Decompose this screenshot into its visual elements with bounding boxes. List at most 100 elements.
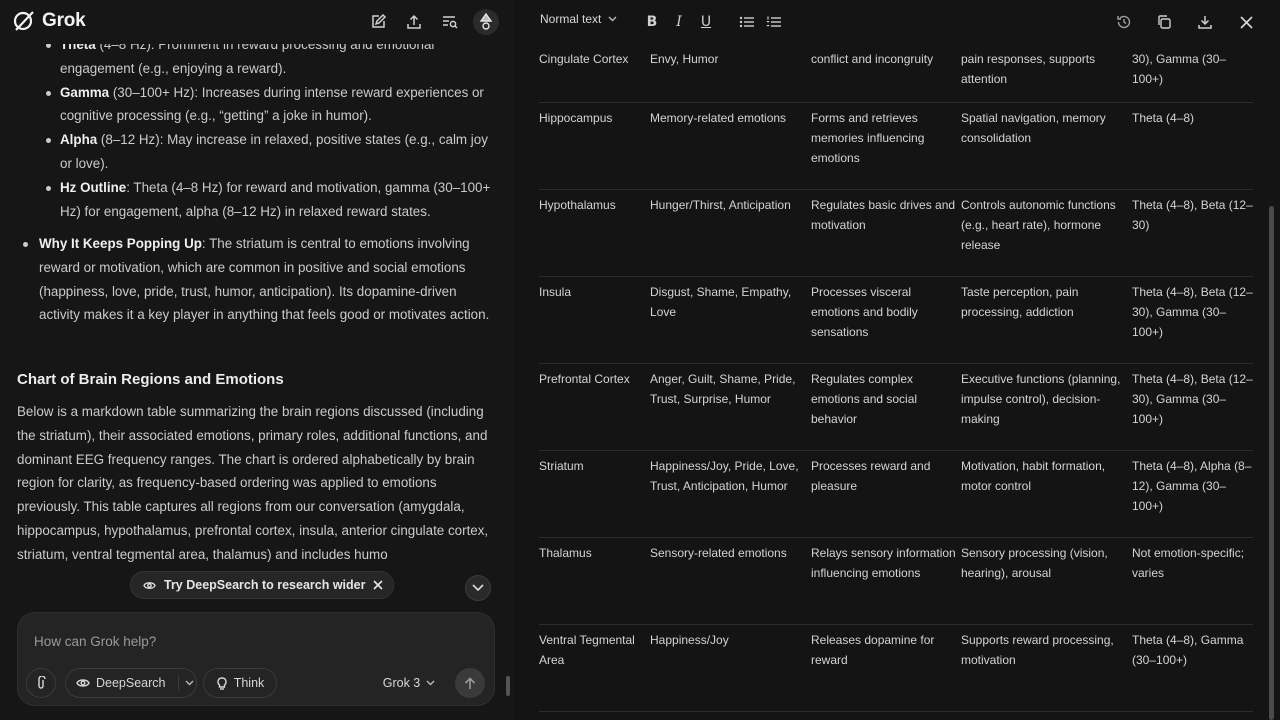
list-item: Gamma (30–100+ Hz): Increases during int… bbox=[46, 81, 492, 129]
table-cell[interactable]: 30), Gamma (30–100+) bbox=[1132, 44, 1253, 103]
chevron-down-icon bbox=[426, 680, 435, 686]
table-cell[interactable]: Ventral Tegmental Area bbox=[539, 624, 650, 712]
chat-scrollbar[interactable] bbox=[506, 676, 510, 696]
table-row: Cingulate Cortex Envy, Humor conflict and … bbox=[539, 44, 1253, 103]
close-icon[interactable] bbox=[1236, 12, 1256, 32]
composer: DeepSearch Think Grok 3 bbox=[17, 612, 495, 706]
table-cell[interactable]: Regulates complex emotions and social be… bbox=[811, 363, 961, 451]
italic-icon[interactable]: I bbox=[669, 12, 689, 32]
deepsearch-icon bbox=[143, 581, 156, 589]
chat-messages: Theta (4–8 Hz): Prominent in reward proc… bbox=[0, 34, 500, 594]
think-button[interactable]: Think bbox=[203, 668, 277, 698]
copy-icon[interactable] bbox=[1154, 12, 1174, 32]
model-label: Grok 3 bbox=[382, 676, 421, 690]
chevron-down-icon bbox=[472, 584, 484, 592]
table-cell[interactable]: Forms and retrieves memories influencing… bbox=[811, 102, 961, 190]
eeg-sub-bullets: Theta (4–8 Hz): Prominent in reward proc… bbox=[46, 34, 492, 224]
table-cell[interactable]: Happiness/Joy bbox=[650, 624, 811, 712]
table-cell[interactable]: Supports reward processing, motivation bbox=[961, 624, 1132, 712]
table-row: Ventral Tegmental Area Happiness/Joy Relea… bbox=[539, 624, 1253, 712]
table-cell[interactable]: Releases dopamine for reward bbox=[811, 624, 961, 712]
bold-icon[interactable]: B bbox=[642, 12, 662, 32]
table-cell[interactable]: Regulates basic drives and motivation bbox=[811, 189, 961, 277]
table-cell[interactable]: Spatial navigation, memory consolidation bbox=[961, 102, 1132, 190]
table-row: Hypothalamus Hunger/Thirst, Anticipation R… bbox=[539, 189, 1253, 277]
table-cell[interactable]: Executive functions (planning, impulse c… bbox=[961, 363, 1132, 451]
text-style-select[interactable]: Normal text bbox=[540, 12, 617, 26]
table-cell[interactable]: Envy, Humor bbox=[650, 44, 811, 103]
table-cell[interactable]: Cingulate Cortex bbox=[539, 44, 650, 103]
share-icon[interactable] bbox=[403, 11, 425, 33]
arrow-up-icon bbox=[464, 676, 476, 689]
table-cell[interactable]: Insula bbox=[539, 276, 650, 364]
editor-scrollbar[interactable] bbox=[1269, 206, 1274, 720]
table-cell[interactable]: Theta (4–8), Alpha (8–12), Gamma (30–100… bbox=[1132, 450, 1253, 538]
table-cell[interactable]: Disgust, Shame, Empathy, Love bbox=[650, 276, 811, 364]
table-row: Insula Disgust, Shame, Empathy, Love Proce… bbox=[539, 276, 1253, 364]
table-cell[interactable]: Thalamus bbox=[539, 537, 650, 625]
table-cell[interactable]: pain responses, supports attention bbox=[961, 44, 1132, 103]
list-item: Alpha (8–12 Hz): May increase in relaxed… bbox=[46, 128, 492, 176]
table-cell[interactable]: Theta (4–8), Beta (12–30) bbox=[1132, 189, 1253, 277]
history-icon[interactable] bbox=[1114, 12, 1134, 32]
table-cell[interactable]: Taste perception, pain processing, addic… bbox=[961, 276, 1132, 364]
table-cell[interactable]: Memory-related emotions bbox=[650, 102, 811, 190]
table-cell[interactable]: Controls autonomic functions (e.g., hear… bbox=[961, 189, 1132, 277]
grok-logo[interactable]: Grok bbox=[12, 9, 86, 33]
chart-intro-paragraph: Below is a markdown table summarizing th… bbox=[17, 404, 489, 562]
table-row: Prefrontal Cortex Anger, Guilt, Shame, Pr… bbox=[539, 363, 1253, 451]
divider bbox=[177, 675, 179, 691]
table-cell[interactable]: Relays sensory information influencing e… bbox=[811, 537, 961, 625]
paperclip-icon bbox=[38, 676, 46, 689]
table-cell[interactable]: Processes reward and pleasure bbox=[811, 450, 961, 538]
model-selector[interactable]: Grok 3 bbox=[378, 668, 440, 698]
editor-toolbar: Normal text B I U bbox=[514, 0, 1280, 44]
table-row: Thalamus Sensory-related emotions Relays s… bbox=[539, 537, 1253, 625]
attach-button[interactable] bbox=[26, 668, 56, 698]
bullet-list-icon[interactable] bbox=[737, 12, 757, 32]
deepsearch-icon bbox=[76, 679, 90, 687]
brain-regions-table[interactable]: Cingulate Cortex Envy, Humor conflict and … bbox=[539, 44, 1253, 720]
why-bullet: Why It Keeps Popping Up: The striatum is… bbox=[23, 232, 491, 327]
text-style-label: Normal text bbox=[540, 12, 602, 26]
table-cell[interactable]: Theta (4–8), Gamma (30–100+) bbox=[1132, 624, 1253, 712]
underline-icon[interactable]: U bbox=[696, 12, 716, 32]
table-cell[interactable]: Sensory processing (vision, hearing), ar… bbox=[961, 537, 1132, 625]
table-row: Striatum Happiness/Joy, Pride, Love, Trus… bbox=[539, 450, 1253, 538]
deepsearch-button[interactable]: DeepSearch bbox=[65, 668, 197, 698]
deepsearch-suggestion[interactable]: Try DeepSearch to research wider bbox=[130, 571, 395, 599]
table-cell[interactable]: conflict and incongruity bbox=[811, 44, 961, 103]
app-name: Grok bbox=[42, 10, 86, 31]
avatar[interactable] bbox=[473, 9, 499, 35]
table-cell[interactable]: Motivation, habit formation, motor contr… bbox=[961, 450, 1132, 538]
table-cell[interactable]: Hypothalamus bbox=[539, 189, 650, 277]
table-cell[interactable]: Theta (4–8) bbox=[1132, 102, 1253, 190]
table-cell[interactable]: Theta (4–8), Beta (12–30), Gamma (30–100… bbox=[1132, 276, 1253, 364]
table-cell[interactable]: Happiness/Joy, Pride, Love, Trust, Antic… bbox=[650, 450, 811, 538]
table-cell[interactable]: Prefrontal Cortex bbox=[539, 363, 650, 451]
deepsearch-suggestion-label: Try DeepSearch to research wider bbox=[164, 578, 366, 592]
chat-pane: Grok Theta (4–8 Hz): Prominent in reward… bbox=[0, 0, 514, 720]
scroll-down-button[interactable] bbox=[465, 575, 491, 601]
numbered-list-icon[interactable] bbox=[764, 12, 784, 32]
table-cell[interactable]: Not emotion-specific; varies bbox=[1132, 537, 1253, 625]
table-cell[interactable]: Sensory-related emotions bbox=[650, 537, 811, 625]
table-cell[interactable]: Processes visceral emotions and bodily s… bbox=[811, 276, 961, 364]
table-cell[interactable]: Hippocampus bbox=[539, 102, 650, 190]
editor-pane: Normal text B I U Cingulate Cortex Envy, … bbox=[514, 0, 1280, 720]
table-cell[interactable]: Hunger/Thirst, Anticipation bbox=[650, 189, 811, 277]
download-icon[interactable] bbox=[1195, 12, 1215, 32]
edit-icon[interactable] bbox=[367, 11, 389, 33]
grok-logo-icon bbox=[13, 11, 34, 31]
table-cell[interactable]: Theta (4–8), Beta (12–30), Gamma (30–100… bbox=[1132, 363, 1253, 451]
chevron-down-icon bbox=[608, 16, 617, 22]
close-icon[interactable] bbox=[373, 580, 384, 590]
search-list-icon[interactable] bbox=[438, 11, 460, 33]
chevron-down-icon[interactable] bbox=[185, 680, 194, 686]
table-cell[interactable]: Striatum bbox=[539, 450, 650, 538]
send-button[interactable] bbox=[455, 668, 485, 698]
deepsearch-label: DeepSearch bbox=[96, 676, 166, 690]
list-item: Hz Outline: Theta (4–8 Hz) for reward an… bbox=[46, 176, 492, 224]
prompt-input[interactable] bbox=[34, 631, 474, 651]
table-cell[interactable]: Anger, Guilt, Shame, Pride, Trust, Surpr… bbox=[650, 363, 811, 451]
